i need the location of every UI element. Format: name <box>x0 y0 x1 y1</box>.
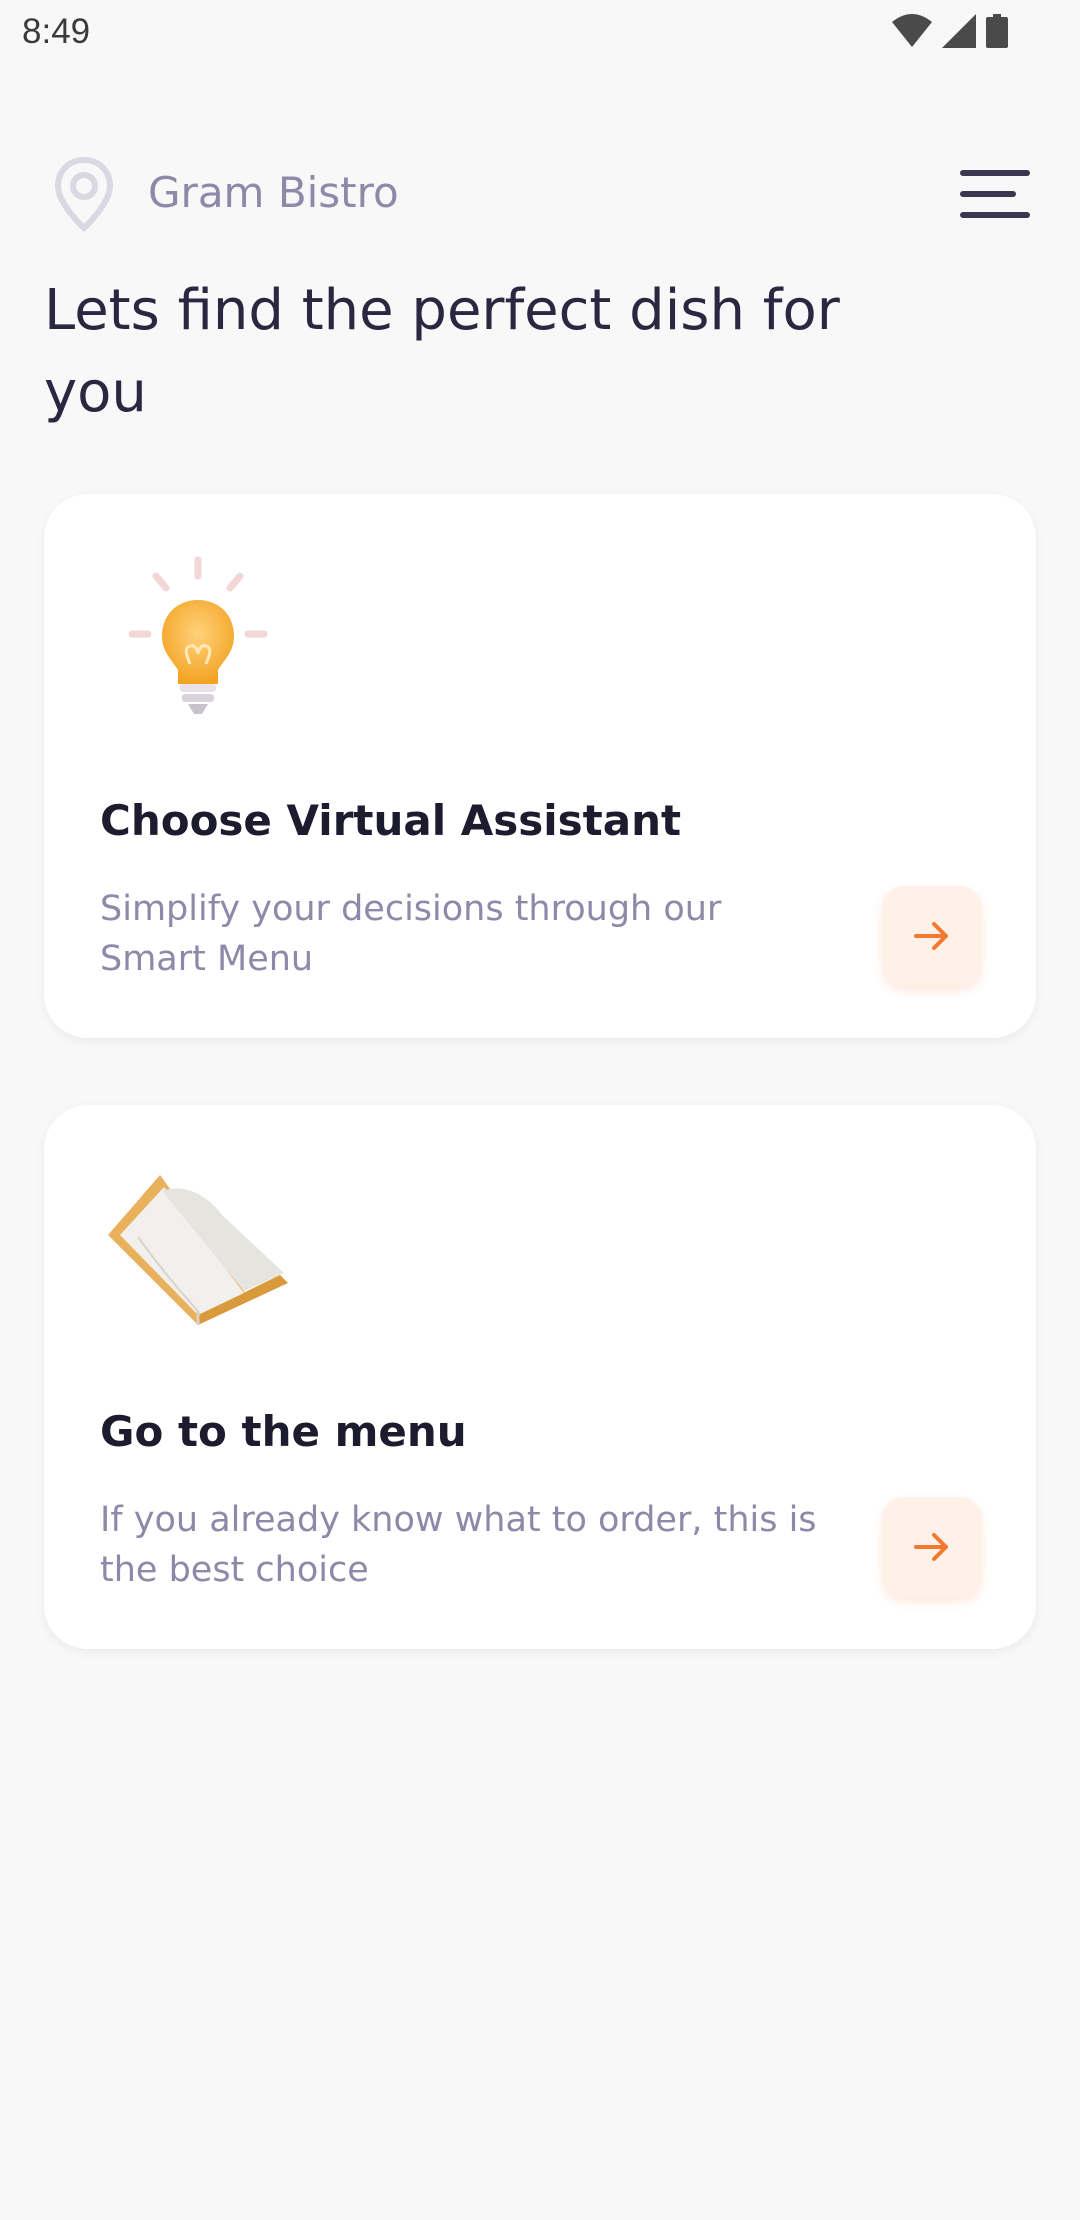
restaurant-name: Gram Bistro <box>148 168 399 217</box>
status-time: 8:49 <box>22 12 91 51</box>
app-header: Gram Bistro <box>0 150 1080 240</box>
battery-icon <box>986 14 1008 48</box>
open-book-illustration <box>108 1175 288 1325</box>
card-description: Simplify your decisions through our Smar… <box>100 889 722 979</box>
page-heading: Lets find the perfect dish for you <box>44 278 840 425</box>
lightbulb-illustration <box>128 556 268 714</box>
wifi-icon <box>892 14 932 47</box>
status-icons <box>892 14 1008 48</box>
signal-icon <box>942 14 976 48</box>
status-bar: 8:49 <box>0 0 1080 66</box>
arrow-right-icon <box>914 1533 948 1561</box>
go-to-menu-card[interactable]: Go to the menu If you already know what … <box>44 1105 1036 1649</box>
arrow-right-icon <box>914 922 948 950</box>
virtual-assistant-arrow-button[interactable] <box>882 886 982 986</box>
card-title: Choose Virtual Assistant <box>100 796 682 845</box>
virtual-assistant-card[interactable]: Choose Virtual Assistant Simplify your d… <box>44 494 1036 1038</box>
hamburger-menu-icon[interactable] <box>958 164 1032 224</box>
go-to-menu-arrow-button[interactable] <box>882 1497 982 1597</box>
location-pin-icon <box>54 156 114 232</box>
card-description: If you already know what to order, this … <box>100 1500 817 1590</box>
card-title: Go to the menu <box>100 1407 467 1456</box>
